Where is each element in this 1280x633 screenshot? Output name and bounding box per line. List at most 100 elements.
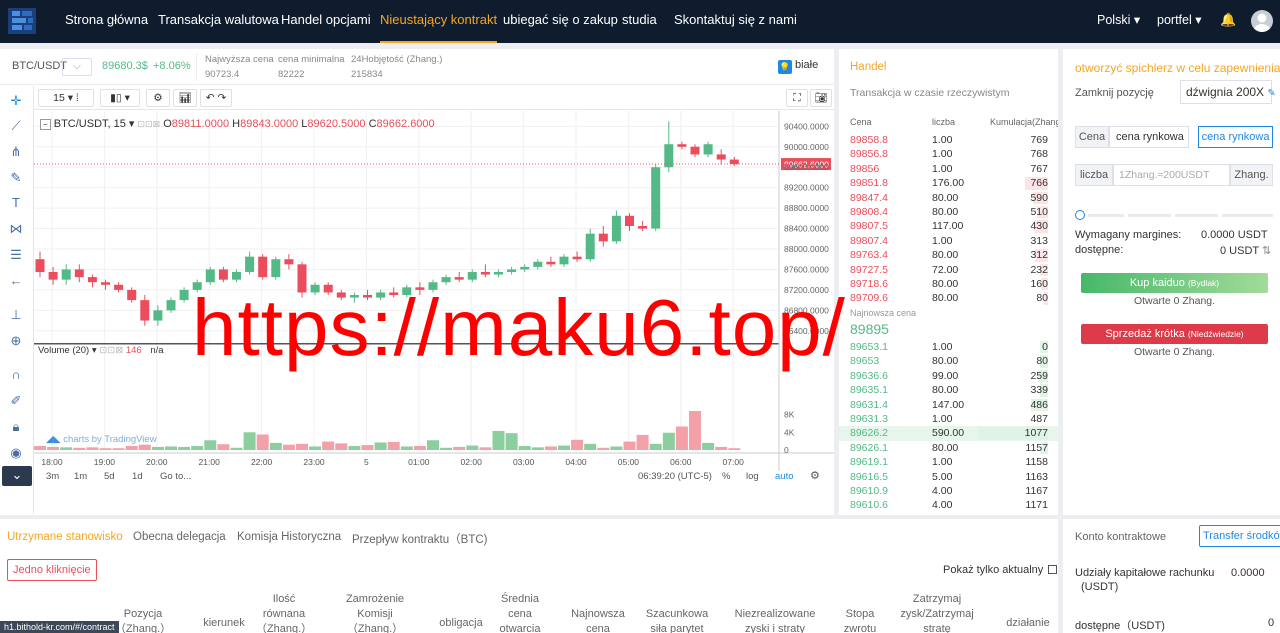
avatar[interactable] bbox=[1251, 10, 1273, 32]
language-select[interactable]: Polski ▾ bbox=[1097, 0, 1140, 43]
position-tab-0[interactable]: Utrzymane stanowisko bbox=[7, 531, 123, 543]
checkbox-icon[interactable] bbox=[1048, 565, 1058, 574]
sell-short-button[interactable]: Sprzedaż krótka (Niedźwiedzie) bbox=[1081, 324, 1268, 344]
book-row[interactable]: 89631.3 1.00 487 bbox=[839, 412, 1058, 426]
book-row[interactable]: 89709.6 80.00 80 bbox=[839, 291, 1058, 305]
fib-icon[interactable]: ☰ bbox=[7, 246, 25, 264]
volume-bar bbox=[191, 446, 204, 450]
crosshair-icon[interactable]: ✛ bbox=[7, 92, 25, 110]
auto-toggle[interactable]: auto bbox=[775, 471, 794, 482]
measure-icon[interactable]: ⊥ bbox=[7, 306, 25, 324]
eye-icon[interactable]: ◉ bbox=[7, 444, 25, 462]
lock-icon[interactable]: 🔒︎ bbox=[7, 418, 25, 436]
tradingview-credit[interactable]: ◢◣ charts by TradingView bbox=[46, 434, 157, 445]
position-tab-3[interactable]: Przepływ kontraktu（BTC) bbox=[352, 531, 487, 547]
pencil-lock-icon[interactable]: ✐ bbox=[7, 392, 25, 410]
undo-redo-icon[interactable]: ↶ ↷ bbox=[200, 89, 232, 107]
account-available-value: 0 bbox=[1268, 617, 1275, 629]
range-button-3[interactable]: 1d bbox=[132, 471, 143, 482]
book-row[interactable]: 89653.1 1.00 0 bbox=[839, 340, 1058, 354]
book-qty: 99.00 bbox=[932, 369, 959, 382]
low-value: 82222 bbox=[278, 69, 305, 80]
logo-icon[interactable] bbox=[6, 6, 38, 36]
wallet-menu[interactable]: portfel ▾ bbox=[1157, 0, 1202, 43]
book-row[interactable]: 89856 1.00 767 bbox=[839, 162, 1058, 176]
theme-toggle[interactable]: 💡 białe bbox=[778, 59, 818, 75]
chevron-down-icon[interactable]: ⌄ bbox=[2, 466, 32, 486]
log-toggle[interactable]: log bbox=[746, 471, 759, 482]
magnet-icon[interactable]: ∩ bbox=[7, 366, 25, 384]
zoom-icon[interactable]: ⊕ bbox=[7, 332, 25, 350]
volume-bar bbox=[544, 446, 557, 450]
range-button-1[interactable]: 1m bbox=[74, 471, 87, 482]
range-button-2[interactable]: 5d bbox=[104, 471, 115, 482]
range-button-0[interactable]: 3m bbox=[46, 471, 59, 482]
book-row[interactable]: 89763.4 80.00 312 bbox=[839, 248, 1058, 262]
transfer-arrows-icon[interactable]: ⇅ bbox=[1262, 245, 1271, 257]
nav-item-6[interactable]: Skontaktuj się z nami bbox=[674, 0, 797, 43]
candle-style-icon[interactable]: ▮▯ ▾ bbox=[100, 89, 140, 107]
book-row[interactable]: 89858.8 1.00 769 bbox=[839, 133, 1058, 147]
book-row[interactable]: 89807.5 117.00 430 bbox=[839, 219, 1058, 233]
fullscreen-icon[interactable]: ⛶ bbox=[786, 89, 808, 107]
position-tab-2[interactable]: Komisja Historyczna bbox=[237, 531, 341, 543]
nav-item-3[interactable]: Nieustający kontrakt bbox=[380, 0, 498, 43]
nav-item-0[interactable]: Strona główna bbox=[65, 0, 148, 43]
book-cum: 1157 bbox=[1025, 441, 1048, 454]
book-row[interactable]: 89626.2 590.00 1077 bbox=[839, 426, 1058, 441]
book-row[interactable]: 89856.8 1.00 768 bbox=[839, 147, 1058, 161]
market-price-button[interactable]: cena rynkowa bbox=[1198, 126, 1273, 148]
book-row[interactable]: 89808.4 80.00 510 bbox=[839, 205, 1058, 219]
text-tool-icon[interactable]: T bbox=[7, 194, 25, 212]
trendline-icon[interactable]: ⟋ bbox=[7, 117, 25, 135]
book-row[interactable]: 89616.5 5.00 1163 bbox=[839, 470, 1058, 484]
book-price: 89856 bbox=[850, 162, 880, 175]
nav-item-4[interactable]: ubiegać się o zakup bbox=[503, 0, 618, 43]
book-row[interactable]: 89635.1 80.00 339 bbox=[839, 383, 1058, 397]
nav-item-2[interactable]: Handel opcjami bbox=[281, 0, 371, 43]
arrow-left-icon[interactable]: ← bbox=[7, 272, 25, 290]
column-header-line: Zamrożenie bbox=[345, 593, 405, 605]
interval-select[interactable]: 15 ▾ ⁞ bbox=[38, 89, 94, 107]
nav-item-5[interactable]: studia bbox=[622, 0, 657, 43]
time-tick-label: 20:00 bbox=[146, 457, 168, 467]
gear-icon[interactable]: ⚙ bbox=[146, 89, 170, 107]
symbol-dropdown[interactable]: ⌵ bbox=[62, 58, 92, 76]
book-row[interactable]: 89653 80.00 80 bbox=[839, 354, 1058, 368]
percent-toggle[interactable]: % bbox=[722, 471, 730, 482]
book-row[interactable]: 89619.1 1.00 1158 bbox=[839, 455, 1058, 469]
book-row[interactable]: 89610.6 4.00 1171 bbox=[839, 498, 1058, 512]
book-row[interactable]: 89636.6 99.00 259 bbox=[839, 369, 1058, 383]
qty-input[interactable]: 1Zhang.≈200USDT bbox=[1113, 164, 1230, 186]
leverage-select[interactable]: dźwignia 200X ✎ bbox=[1180, 80, 1276, 104]
book-row[interactable]: 89626.1 80.00 1157 bbox=[839, 441, 1058, 455]
book-row[interactable]: 89847.4 80.00 590 bbox=[839, 191, 1058, 205]
bell-icon[interactable]: 🔔 bbox=[1220, 0, 1236, 43]
indicators-icon[interactable]: 📊︎ bbox=[173, 89, 197, 107]
pattern-icon[interactable]: ⋈ bbox=[7, 220, 25, 238]
pitchfork-icon[interactable]: ⋔ bbox=[7, 143, 25, 161]
book-row[interactable]: 89718.6 80.00 160 bbox=[839, 277, 1058, 291]
transfer-funds-button[interactable]: Transfer środków bbox=[1199, 525, 1280, 547]
book-row[interactable]: 89727.5 72.00 232 bbox=[839, 263, 1058, 277]
nav-item-1[interactable]: Transakcja walutowa bbox=[158, 0, 279, 43]
one-click-close-button[interactable]: Jedno kliknięcie bbox=[7, 559, 97, 581]
equity-value: 0.0000 bbox=[1231, 567, 1265, 579]
slider-handle[interactable] bbox=[1075, 210, 1085, 220]
book-row[interactable]: 89807.4 1.00 313 bbox=[839, 234, 1058, 248]
book-row[interactable]: 89610.9 4.00 1167 bbox=[839, 484, 1058, 498]
close-position-label[interactable]: Zamknij pozycję bbox=[1075, 87, 1154, 99]
brush-icon[interactable]: ✎ bbox=[7, 169, 25, 187]
volume-value: 215834 bbox=[351, 69, 383, 80]
camera-icon[interactable]: 📷︎ bbox=[810, 89, 832, 107]
position-tab-1[interactable]: Obecna delegacja bbox=[133, 531, 226, 543]
gear-icon[interactable]: ⚙ bbox=[810, 469, 820, 482]
show-current-toggle[interactable]: Pokaż tylko aktualny bbox=[943, 564, 1058, 576]
goto-button[interactable]: Go to... bbox=[160, 471, 191, 482]
book-row[interactable]: 89631.4 147.00 486 bbox=[839, 398, 1058, 412]
legend-toggle-icon[interactable]: − bbox=[40, 119, 51, 130]
buy-long-button[interactable]: Kup kaiduo (Bydlak) bbox=[1081, 273, 1268, 293]
book-row[interactable]: 89851.8 176.00 766 bbox=[839, 176, 1058, 190]
price-input[interactable]: cena rynkowa bbox=[1109, 126, 1189, 148]
leverage-slider[interactable] bbox=[1075, 209, 1273, 223]
